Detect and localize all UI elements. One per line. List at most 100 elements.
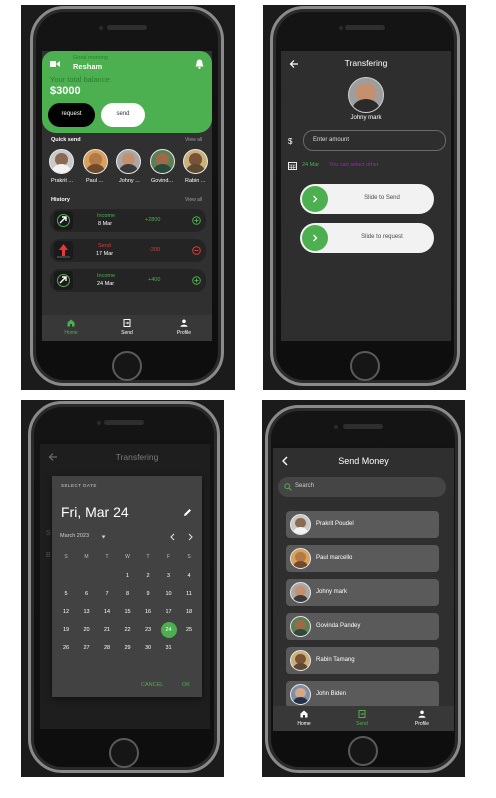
history-view-all[interactable]: View all [185,197,202,203]
calendar-day-label: 25 [185,626,193,633]
contact-list-item[interactable]: Prakrit Poudel [286,511,439,538]
calendar-day[interactable]: 23 [140,622,156,638]
calendar-day-label: 12 [62,608,70,615]
calendar-day[interactable]: 7 [99,586,115,602]
amount-input[interactable]: Enter amount [303,130,446,151]
contact-avatar[interactable] [83,149,108,174]
calendar-day[interactable]: 1 [120,568,136,584]
history-row[interactable]: Send 17 Mar -200 [50,239,206,262]
calendar-day[interactable]: 8 [120,586,136,602]
calendar-day[interactable]: 11 [181,586,197,602]
calendar-day[interactable]: 9 [140,586,156,602]
calendar-day[interactable]: 3 [161,568,177,584]
remove-circle-icon[interactable] [192,246,201,255]
nav-send[interactable]: Send [112,318,142,338]
calendar-day[interactable]: 17 [161,604,177,620]
send-button[interactable]: send [101,103,145,127]
nav-profile[interactable]: Profile [169,318,199,338]
calendar-day[interactable]: 18 [181,604,197,620]
add-circle-icon[interactable] [192,276,201,285]
contact-name: Johny mark [316,589,348,595]
nav-label: Profile [414,721,430,727]
contact-list-item[interactable]: Govinda Pandey [286,613,439,640]
contact-list-item[interactable]: Johny mark [286,579,439,606]
nav-home[interactable]: Home [56,318,86,338]
contact-avatar[interactable] [116,149,141,174]
month-selector[interactable]: March 2023 [60,532,110,541]
background-letter: B [46,552,51,559]
weekday-label: M [84,554,89,560]
ok-button[interactable]: OK [182,682,190,688]
calendar-day[interactable]: 28 [99,640,115,656]
calendar-day[interactable]: 13 [79,604,95,620]
nav-label: Home [297,721,311,727]
edit-pencil-icon[interactable] [183,508,192,517]
calendar-day[interactable]: 4 [181,568,197,584]
front-camera [339,26,343,30]
calendar-day[interactable]: 22 [120,622,136,638]
calendar-day[interactable]: 29 [120,640,136,656]
contact-avatar[interactable] [150,149,175,174]
calendar-day[interactable]: 5 [58,586,74,602]
home-hardware-button[interactable] [112,351,142,381]
calendar-day[interactable]: 20 [79,622,95,638]
contact-avatar[interactable] [49,149,74,174]
calendar-day-label: 30 [144,644,152,651]
calendar-day[interactable]: 15 [120,604,136,620]
back-arrow-icon[interactable] [48,452,58,462]
calendar-day[interactable]: 19 [58,622,74,638]
front-camera [99,26,103,30]
calendar-day[interactable]: 27 [79,640,95,656]
contact-avatar [290,582,311,603]
calendar-day[interactable]: 26 [58,640,74,656]
calendar-day[interactable]: 12 [58,604,74,620]
nav-profile[interactable]: Profile [407,709,437,729]
cancel-button[interactable]: CANCEL [141,682,163,688]
contact-avatar[interactable] [183,149,208,174]
history-amount: -200 [149,247,161,253]
history-row[interactable]: Income 8 Mar +2800 [50,209,206,232]
send-doc-icon [358,710,366,718]
home-hardware-button[interactable] [350,351,380,381]
calendar-icon[interactable] [288,162,297,170]
home-hardware-button[interactable] [348,736,378,766]
nav-send[interactable]: Send [347,709,377,729]
calendar-day[interactable]: 2 [140,568,156,584]
slide-handle[interactable] [302,225,328,251]
front-camera [97,421,101,425]
contact-name: Govind... [151,178,174,184]
slide-handle[interactable] [302,186,328,212]
request-button[interactable]: request [48,103,95,127]
calendar-day-selected[interactable]: 24 [160,622,177,638]
slide-to-request[interactable]: Slide to request [300,223,434,253]
calendar-day[interactable]: 6 [79,586,95,602]
contact-list-item[interactable]: Rabin Tamang [286,647,439,674]
slide-to-send[interactable]: Slide to Send [300,184,434,214]
search-icon [284,483,292,491]
dialog-header-label: SELECT DATE [61,483,97,488]
calendar-day[interactable]: 14 [99,604,115,620]
calendar-day[interactable]: 21 [99,622,115,638]
calendar-day[interactable]: 16 [140,604,156,620]
search-input[interactable]: Search [278,477,446,497]
transfer-date[interactable]: 24 Mar [302,162,319,168]
calendar-day[interactable]: 31 [161,640,177,656]
calendar-day[interactable]: 25 [181,622,197,638]
chevron-left-icon[interactable] [169,533,176,541]
history-row[interactable]: Income 24 Mar +400 [50,269,206,292]
notification-bell-icon[interactable] [195,59,204,69]
month-label: March 2023 [60,533,90,539]
contact-list-item[interactable]: John Biden [286,681,439,708]
home-hardware-button[interactable] [109,738,139,768]
add-circle-icon[interactable] [192,216,201,225]
calendar-day[interactable]: 10 [161,586,177,602]
contact-list-item[interactable]: Paul marcello [286,545,439,572]
nav-home[interactable]: Home [289,709,319,729]
weekday-label: W [125,554,130,560]
history-type: Send [98,243,111,249]
calendar-day-label: 29 [124,644,131,651]
chevron-right-icon[interactable] [187,533,194,541]
calendar-day-label: 5 [64,590,68,597]
calendar-day[interactable]: 30 [140,640,156,656]
quick-send-view-all[interactable]: View all [185,137,202,143]
